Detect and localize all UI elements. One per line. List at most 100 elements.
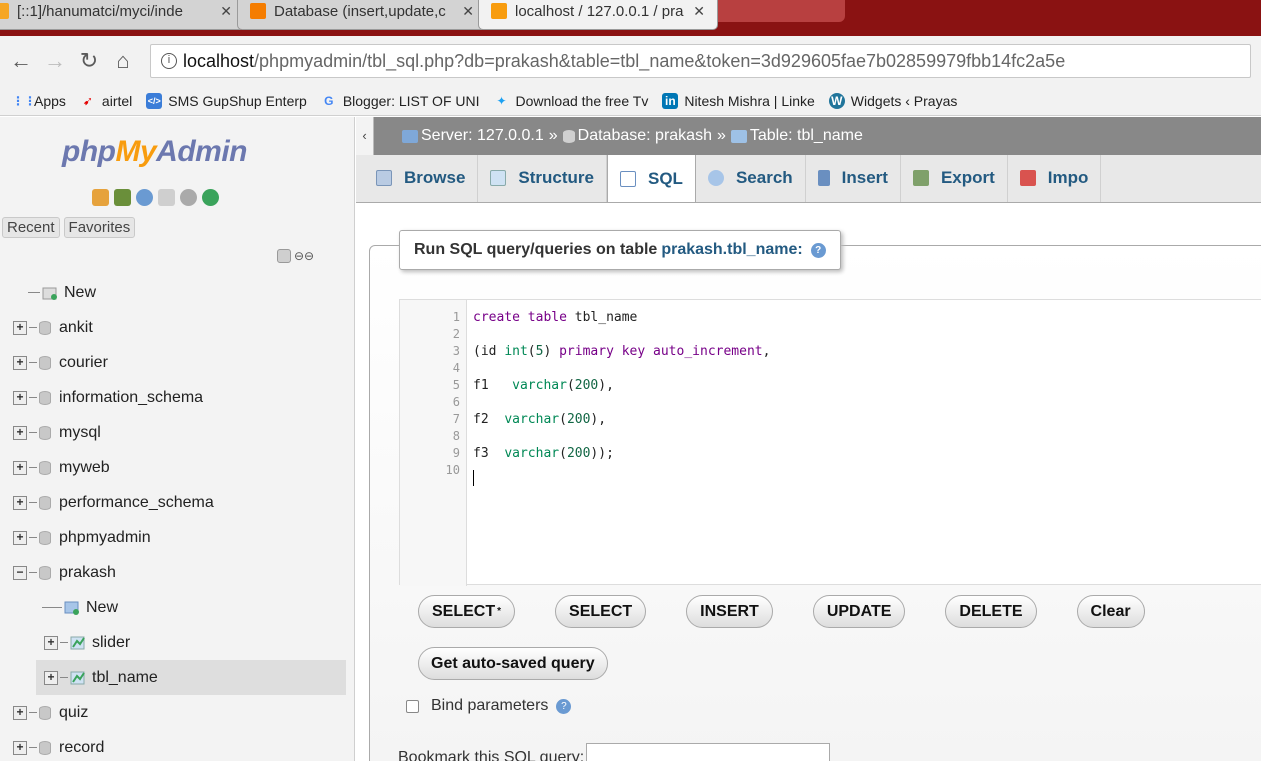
tab-title: [::1]/hanumatci/myci/inde <box>17 2 183 20</box>
tree-item-tbl-name[interactable]: + tbl_name <box>36 660 346 695</box>
tree-connector <box>29 467 37 468</box>
reload-navigation-icon[interactable] <box>202 189 219 206</box>
airtel-icon: ➹ <box>82 93 93 108</box>
tree-item-myweb[interactable]: + myweb <box>0 450 354 485</box>
reload-icon[interactable]: ↻ <box>72 48 106 74</box>
tab-import[interactable]: Impo <box>1008 155 1102 202</box>
tab-structure[interactable]: Structure <box>478 155 607 202</box>
tree-connector <box>29 397 37 398</box>
bind-parameters-checkbox[interactable] <box>406 699 419 713</box>
bookmark-gupshup[interactable]: </> SMS GupShup Enterp <box>146 92 307 109</box>
tab-sql[interactable]: SQL <box>607 155 696 202</box>
linkedin-icon: in <box>662 92 679 109</box>
tree-item-phpmyadmin[interactable]: + phpmyadmin <box>0 520 354 555</box>
help-icon[interactable]: ? <box>556 698 572 714</box>
expand-icon[interactable]: + <box>13 530 27 545</box>
text-cursor <box>473 470 474 486</box>
expand-icon[interactable]: + <box>13 495 27 510</box>
update-button[interactable]: UPDATE <box>812 595 906 628</box>
bookmark-wordpress[interactable]: W Widgets ‹ Prayas <box>828 92 957 109</box>
expand-icon[interactable]: + <box>13 425 27 440</box>
tab-browse[interactable]: Browse <box>364 155 479 202</box>
tab-insert[interactable]: Insert <box>806 155 901 202</box>
close-tab-icon[interactable]: ✕ <box>462 3 474 20</box>
browser-tab-strip: [::1]/hanumatci/myci/inde ✕ Database (in… <box>0 0 1261 36</box>
favorites-tab[interactable]: Favorites <box>63 217 136 238</box>
browser-tab-2[interactable]: Database (insert,update,c ✕ <box>237 0 487 30</box>
tree-item-quiz[interactable]: + quiz <box>0 695 354 730</box>
quick-icons <box>92 189 219 206</box>
home-icon[interactable]: ⌂ <box>106 48 140 74</box>
link-icon[interactable]: ⊖⊖ <box>294 249 314 263</box>
address-bar[interactable]: i localhost/phpmyadmin/tbl_sql.php?db=pr… <box>150 44 1251 78</box>
forward-arrow-icon[interactable]: → <box>38 48 72 74</box>
url-host: localhost <box>183 50 255 71</box>
clear-button[interactable]: Clear <box>1076 595 1145 628</box>
expand-icon[interactable]: + <box>44 670 58 685</box>
tree-item-mysql[interactable]: + mysql <box>0 415 354 450</box>
help-icon[interactable]: ? <box>810 242 826 258</box>
collapse-all-icon[interactable] <box>277 249 291 263</box>
tab-search[interactable]: Search <box>696 155 806 202</box>
tree-item-courier[interactable]: + courier <box>0 345 354 380</box>
expand-icon[interactable]: + <box>13 740 27 755</box>
expand-icon[interactable]: + <box>13 460 27 475</box>
bookmark-twitter[interactable]: ✦ Download the free Tv <box>494 93 648 109</box>
delete-button[interactable]: DELETE <box>945 595 1037 628</box>
select-button[interactable]: SELECT <box>555 595 647 628</box>
collapse-sidebar-icon[interactable]: ‹ <box>356 117 374 155</box>
get-autosaved-query-button[interactable]: Get auto-saved query <box>418 647 608 680</box>
help-icon[interactable] <box>136 189 153 206</box>
home-icon[interactable] <box>92 189 109 206</box>
bookmark-apps[interactable]: ⋮⋮ Apps <box>12 93 66 109</box>
expand-icon[interactable]: + <box>13 355 27 370</box>
database-icon <box>39 460 51 475</box>
browser-tab-3[interactable]: localhost / 127.0.0.1 / pra ✕ <box>478 0 718 30</box>
expand-icon[interactable]: + <box>13 320 27 335</box>
expand-icon[interactable]: + <box>13 705 27 720</box>
tree-item-prakash-new[interactable]: New <box>0 590 354 625</box>
tab-label: Browse <box>404 168 466 187</box>
top-tabs: Browse Structure SQL Search Insert Expor… <box>356 155 1261 203</box>
settings-gear-icon[interactable] <box>180 189 197 206</box>
tree-item-ankit[interactable]: + ankit <box>0 310 354 345</box>
tree-item-slider[interactable]: + slider <box>0 625 354 660</box>
tree-item-new[interactable]: New <box>0 275 354 310</box>
tree-item-information-schema[interactable]: + information_schema <box>0 380 354 415</box>
tab-label: SQL <box>648 168 683 188</box>
info-icon[interactable]: i <box>161 53 177 69</box>
apps-grid-icon: ⋮⋮ <box>12 93 36 108</box>
close-tab-icon[interactable]: ✕ <box>693 3 705 20</box>
back-arrow-icon[interactable]: ← <box>4 48 38 74</box>
tree-item-record[interactable]: + record <box>0 730 354 761</box>
documentation-icon[interactable] <box>158 189 175 206</box>
select-star-button[interactable]: SELECT * <box>418 595 516 628</box>
browser-tab-1[interactable]: [::1]/hanumatci/myci/inde ✕ <box>0 0 245 30</box>
bookmark-name-input[interactable] <box>586 743 831 761</box>
sql-editor[interactable]: 1 create table tbl_name 2 3 (id int(5) pri… <box>399 299 1261 586</box>
breadcrumb-server[interactable]: Server: 127.0.0.1 <box>421 127 544 145</box>
breadcrumb-table[interactable]: Table: tbl_name <box>750 127 863 145</box>
legend-table-link[interactable]: prakash.tbl_name: <box>661 241 802 259</box>
collapse-icon[interactable]: − <box>13 565 27 580</box>
tree-connector <box>29 747 37 748</box>
insert-button[interactable]: INSERT <box>686 595 773 628</box>
tree-item-prakash[interactable]: − prakash <box>0 555 354 590</box>
new-tab-button[interactable] <box>705 0 845 22</box>
expand-icon[interactable]: + <box>44 635 58 650</box>
bookmark-airtel[interactable]: ➹ airtel <box>80 93 132 109</box>
tree-item-performance-schema[interactable]: + performance_schema <box>0 485 354 520</box>
expand-icon[interactable]: + <box>13 390 27 405</box>
phpmyadmin-logo[interactable]: phpMyAdmin <box>62 135 247 169</box>
export-icon <box>912 170 929 186</box>
server-icon <box>402 129 418 143</box>
logout-icon[interactable] <box>114 189 131 206</box>
bookmark-blogger[interactable]: G Blogger: LIST OF UNI <box>321 93 479 109</box>
bookmark-linkedin[interactable]: in Nitesh Mishra | Linke <box>662 92 815 109</box>
recent-favorites: Recent Favorites <box>2 217 136 238</box>
tab-title: localhost / 127.0.0.1 / pra <box>515 2 684 20</box>
recent-tab[interactable]: Recent <box>2 217 60 238</box>
close-tab-icon[interactable]: ✕ <box>220 3 232 20</box>
tab-export[interactable]: Export <box>901 155 1008 202</box>
breadcrumb-database[interactable]: Database: prakash <box>578 127 712 145</box>
